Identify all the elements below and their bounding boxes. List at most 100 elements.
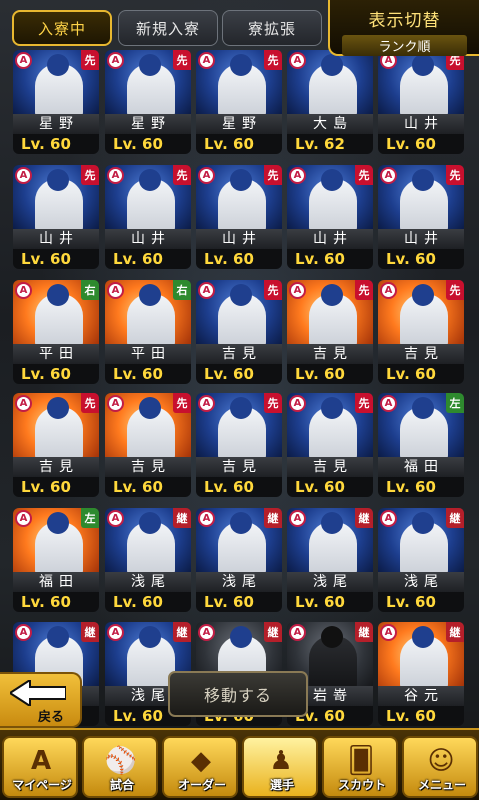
- player-level: Lv. 60: [378, 592, 464, 612]
- player-name: 山井: [287, 229, 373, 249]
- nav-item[interactable]: 🂠 スカウト: [322, 736, 398, 798]
- position-badge: 右: [81, 280, 99, 300]
- player-level: Lv. 60: [378, 249, 464, 269]
- bottom-nav: A マイページ ⚾ 試合 ◆ オーダー ♟ 選手 🂠 スカウト ☺ メニュー: [0, 728, 479, 800]
- player-name: 吉見: [105, 457, 191, 477]
- player-name: 浅尾: [196, 572, 282, 592]
- move-button[interactable]: 移動する: [168, 671, 308, 717]
- back-button[interactable]: 戻る: [0, 672, 82, 728]
- player-level: Lv. 60: [105, 477, 191, 497]
- rank-a-badge-icon: A: [289, 624, 306, 641]
- rank-a-badge-icon: A: [380, 167, 397, 184]
- player-card[interactable]: A 先山井 Lv. 60: [196, 165, 282, 269]
- player-cap: [412, 169, 434, 191]
- position-badge: 先: [446, 280, 464, 300]
- player-card[interactable]: A 左福田 Lv. 60: [378, 393, 464, 497]
- player-card[interactable]: A 先山井 Lv. 60: [378, 165, 464, 269]
- rank-a-badge-icon: A: [289, 395, 306, 412]
- player-cap: [139, 54, 161, 76]
- player-cap: [47, 169, 69, 191]
- rank-a-badge-icon: A: [289, 510, 306, 527]
- position-badge: 左: [446, 393, 464, 413]
- player-cap: [139, 512, 161, 534]
- player-level: Lv. 60: [105, 592, 191, 612]
- rank-a-badge-icon: A: [380, 395, 397, 412]
- position-badge: 先: [355, 393, 373, 413]
- player-cap: [47, 397, 69, 419]
- rank-a-badge-icon: A: [198, 624, 215, 641]
- nav-item[interactable]: ♟ 選手: [242, 736, 318, 798]
- player-name: 星野: [196, 114, 282, 134]
- player-cap: [47, 54, 69, 76]
- player-card[interactable]: A 継浅尾 Lv. 60: [378, 508, 464, 612]
- player-card[interactable]: A 継浅尾 Lv. 60: [287, 508, 373, 612]
- rank-a-badge-icon: A: [198, 395, 215, 412]
- position-badge: 先: [173, 50, 191, 70]
- player-cap: [230, 397, 252, 419]
- player-cap: [321, 512, 343, 534]
- position-badge: 継: [355, 508, 373, 528]
- player-level: Lv. 60: [105, 249, 191, 269]
- player-cap: [139, 397, 161, 419]
- player-card[interactable]: A 継谷元 Lv. 60: [378, 622, 464, 726]
- nav-item[interactable]: ☺ メニュー: [402, 736, 478, 798]
- position-badge: 右: [173, 280, 191, 300]
- player-card[interactable]: A 大島 Lv. 62: [287, 50, 373, 154]
- position-badge: 継: [264, 622, 282, 642]
- nav-item[interactable]: ⚾ 試合: [82, 736, 158, 798]
- player-card[interactable]: A 先星野 Lv. 60: [13, 50, 99, 154]
- rank-a-icon: A: [30, 746, 52, 776]
- player-card[interactable]: A 先星野 Lv. 60: [196, 50, 282, 154]
- player-name: 吉見: [378, 344, 464, 364]
- display-switch-button[interactable]: 表示切替 ランク順: [328, 0, 479, 56]
- tab-in-dorm[interactable]: 入寮中: [12, 10, 112, 46]
- player-level: Lv. 60: [378, 706, 464, 726]
- player-card[interactable]: A 右平田 Lv. 60: [105, 280, 191, 384]
- player-card[interactable]: A 先吉見 Lv. 60: [378, 280, 464, 384]
- player-icon: ♟: [269, 746, 293, 776]
- player-card[interactable]: A 先吉見 Lv. 60: [196, 280, 282, 384]
- player-level: Lv. 60: [105, 134, 191, 154]
- player-cap: [321, 54, 343, 76]
- player-level: Lv. 60: [378, 364, 464, 384]
- top-bar: 入寮中 新規入寮 寮拡張 表示切替 ランク順: [0, 0, 479, 56]
- player-card[interactable]: A 右平田 Lv. 60: [13, 280, 99, 384]
- player-card-grid: A 先星野 Lv. 60 A 先星野 Lv. 60 A 先星野 Lv. 60 A 大島 Lv. 62 A…: [13, 0, 473, 730]
- tab-dorm-expand[interactable]: 寮拡張: [222, 10, 322, 46]
- player-card[interactable]: A 継浅尾 Lv. 60: [196, 508, 282, 612]
- player-card[interactable]: A 継浅尾 Lv. 60: [105, 508, 191, 612]
- display-switch-title: 表示切替: [368, 11, 441, 31]
- rank-a-badge-icon: A: [289, 167, 306, 184]
- player-card[interactable]: A 先山井 Lv. 60: [13, 165, 99, 269]
- rank-a-badge-icon: A: [380, 624, 397, 641]
- tab-new-entry[interactable]: 新規入寮: [118, 10, 218, 46]
- player-cap: [230, 626, 252, 648]
- player-level: Lv. 62: [287, 134, 373, 154]
- player-level: Lv. 60: [196, 364, 282, 384]
- rank-a-badge-icon: A: [289, 52, 306, 69]
- player-card[interactable]: A 先山井 Lv. 60: [105, 165, 191, 269]
- rank-a-badge-icon: A: [15, 52, 32, 69]
- player-card[interactable]: A 先吉見 Lv. 60: [287, 393, 373, 497]
- player-cap: [412, 626, 434, 648]
- position-badge: 左: [81, 508, 99, 528]
- player-level: Lv. 60: [287, 477, 373, 497]
- nav-item[interactable]: ◆ オーダー: [162, 736, 238, 798]
- player-card[interactable]: A 先吉見 Lv. 60: [196, 393, 282, 497]
- player-card[interactable]: A 先山井 Lv. 60: [378, 50, 464, 154]
- nav-item[interactable]: A マイページ: [2, 736, 78, 798]
- player-card[interactable]: A 先吉見 Lv. 60: [105, 393, 191, 497]
- rank-a-badge-icon: A: [198, 282, 215, 299]
- player-card[interactable]: A 先吉見 Lv. 60: [13, 393, 99, 497]
- player-cap: [139, 169, 161, 191]
- player-card[interactable]: A 先吉見 Lv. 60: [287, 280, 373, 384]
- field-icon: ◆: [191, 746, 211, 776]
- player-card[interactable]: A 左福田 Lv. 60: [13, 508, 99, 612]
- position-badge: 継: [173, 508, 191, 528]
- player-card[interactable]: A 先山井 Lv. 60: [287, 165, 373, 269]
- player-name: 平田: [13, 344, 99, 364]
- player-name: 吉見: [13, 457, 99, 477]
- player-cap: [230, 512, 252, 534]
- player-level: Lv. 60: [13, 134, 99, 154]
- player-card[interactable]: A 先星野 Lv. 60: [105, 50, 191, 154]
